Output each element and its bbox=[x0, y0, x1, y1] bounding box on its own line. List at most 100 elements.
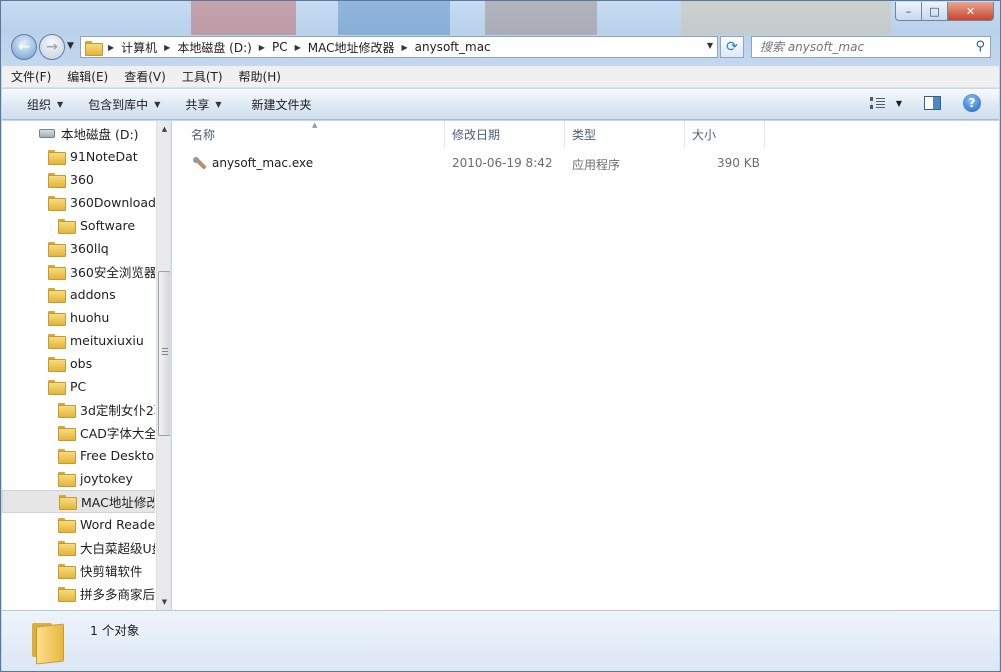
tree-item[interactable]: addons bbox=[2, 283, 155, 306]
tree-item[interactable]: 拼多多商家后台 bbox=[2, 582, 155, 605]
file-type: 应用程序 bbox=[572, 158, 621, 172]
scroll-down-icon[interactable]: ▼ bbox=[157, 594, 170, 610]
explorer-window: – □ ✕ ← → ▼ ▶ 计算机 ▶ 本地磁盘 (D:) ▶ PC ▶ MAC… bbox=[0, 0, 1001, 672]
tree-item-label: PC bbox=[70, 379, 87, 394]
folder-icon bbox=[48, 173, 66, 188]
tree-item[interactable]: PC bbox=[2, 375, 155, 398]
command-bar-right: ▼ ? bbox=[858, 94, 981, 112]
folder-icon bbox=[58, 472, 76, 487]
tree-item[interactable]: Software bbox=[2, 214, 155, 237]
breadcrumb-pc[interactable]: PC bbox=[272, 40, 288, 54]
chevron-right-icon[interactable]: ▶ bbox=[259, 43, 265, 52]
tree-item[interactable]: 大白菜超级U盘 bbox=[2, 536, 155, 559]
menu-tools[interactable]: 工具(T) bbox=[173, 68, 230, 85]
chevron-right-icon[interactable]: ▶ bbox=[401, 43, 407, 52]
breadcrumb-drive-d[interactable]: 本地磁盘 (D:) bbox=[177, 39, 251, 56]
refresh-button[interactable]: ⟳ bbox=[720, 36, 744, 58]
nav-scrollbar[interactable]: ▲ ▼ bbox=[156, 121, 170, 610]
tree-item-label: 拼多多商家后台 bbox=[80, 587, 155, 602]
menu-file[interactable]: 文件(F) bbox=[2, 68, 58, 85]
address-bar[interactable]: ▶ 计算机 ▶ 本地磁盘 (D:) ▶ PC ▶ MAC地址修改器 ▶ anys… bbox=[80, 36, 718, 58]
menu-bar: 文件(F) 编辑(E) 查看(V) 工具(T) 帮助(H) bbox=[2, 66, 999, 88]
minimize-button[interactable]: – bbox=[895, 2, 922, 21]
refresh-icon: ⟳ bbox=[726, 39, 738, 55]
folder-icon bbox=[30, 619, 66, 661]
organize-button[interactable]: 组织 ▼ bbox=[27, 96, 63, 113]
scrollbar-thumb[interactable] bbox=[158, 271, 170, 436]
folder-icon bbox=[58, 403, 76, 418]
tree-item-label: obs bbox=[70, 356, 93, 371]
tree-item[interactable]: Word Reader bbox=[2, 513, 155, 536]
folder-icon bbox=[48, 150, 66, 165]
tree-item[interactable]: 91NoteDat bbox=[2, 145, 155, 168]
file-name: anysoft_mac.exe bbox=[212, 156, 314, 170]
help-icon[interactable]: ? bbox=[963, 94, 981, 112]
tree-item[interactable]: Free Desktop bbox=[2, 444, 155, 467]
folder-icon bbox=[48, 288, 66, 303]
column-header-type[interactable]: 类型 bbox=[565, 121, 685, 147]
tree-item[interactable]: 360 bbox=[2, 168, 155, 191]
breadcrumb-computer[interactable]: 计算机 bbox=[121, 39, 157, 56]
column-header-modified[interactable]: 修改日期 bbox=[445, 121, 565, 147]
tree-item[interactable]: MAC地址修改器 bbox=[2, 490, 155, 513]
new-folder-button[interactable]: 新建文件夹 bbox=[252, 96, 312, 113]
tree-item[interactable]: 3d定制女仆2联机 bbox=[2, 398, 155, 421]
tree-item[interactable]: CAD字体大全 bbox=[2, 421, 155, 444]
file-row[interactable]: anysoft_mac.exe 2010-06-19 8:42 应用程序 390… bbox=[172, 152, 999, 174]
column-size-label: 大小 bbox=[692, 127, 717, 142]
forward-button[interactable]: → bbox=[39, 34, 65, 60]
close-button[interactable]: ✕ bbox=[948, 2, 994, 21]
back-button[interactable]: ← bbox=[11, 34, 37, 60]
folder-icon bbox=[85, 40, 103, 56]
tree-item-label: CAD字体大全 bbox=[80, 426, 155, 441]
tree-item[interactable]: 360安全浏览器下载 bbox=[2, 260, 155, 283]
preview-pane-icon[interactable] bbox=[924, 96, 941, 110]
column-modified-label: 修改日期 bbox=[452, 127, 501, 142]
change-view-button[interactable]: ▼ bbox=[869, 97, 902, 109]
tree-item[interactable]: obs bbox=[2, 352, 155, 375]
tree-item-label: addons bbox=[70, 287, 116, 302]
menu-edit[interactable]: 编辑(E) bbox=[58, 68, 115, 85]
tree-item-label: Word Reader bbox=[80, 517, 155, 532]
tree-item[interactable]: meituxiuxiu bbox=[2, 329, 155, 352]
folder-icon bbox=[58, 564, 76, 579]
scroll-up-icon[interactable]: ▲ bbox=[157, 121, 170, 137]
share-label: 共享 bbox=[185, 97, 210, 112]
folder-icon bbox=[58, 587, 76, 602]
recent-pages-dropdown[interactable]: ▼ bbox=[67, 41, 74, 51]
breadcrumb-mac-modifier[interactable]: MAC地址修改器 bbox=[308, 39, 395, 56]
search-icon[interactable]: ⚲ bbox=[975, 39, 985, 54]
column-type-label: 类型 bbox=[572, 127, 597, 142]
window-controls: – □ ✕ bbox=[895, 2, 994, 21]
search-input[interactable] bbox=[760, 40, 970, 54]
chevron-right-icon[interactable]: ▶ bbox=[108, 43, 114, 52]
column-header-size[interactable]: 大小 bbox=[685, 121, 765, 147]
maximize-button[interactable]: □ bbox=[922, 2, 948, 21]
drive-icon bbox=[39, 129, 55, 138]
chevron-down-icon: ▼ bbox=[57, 99, 64, 109]
search-box: ⚲ bbox=[751, 36, 991, 58]
tree-item[interactable]: 快剪辑软件 bbox=[2, 559, 155, 582]
breadcrumb-anysoft-mac[interactable]: anysoft_mac bbox=[415, 40, 491, 54]
include-in-library-button[interactable]: 包含到库中 ▼ bbox=[88, 96, 160, 113]
column-header-name[interactable]: 名称 ▲ bbox=[172, 121, 445, 147]
folder-icon bbox=[48, 334, 66, 349]
tree-item[interactable]: 360llq bbox=[2, 237, 155, 260]
tree-item[interactable]: joytokey bbox=[2, 467, 155, 490]
share-button[interactable]: 共享 ▼ bbox=[185, 96, 221, 113]
tree-item-label: 360Downloads bbox=[70, 195, 155, 210]
tree-item[interactable]: 本地磁盘 (D:) bbox=[2, 122, 155, 145]
file-name-cell[interactable]: anysoft_mac.exe bbox=[193, 156, 313, 171]
address-history-dropdown[interactable]: ▼ bbox=[707, 41, 713, 50]
chevron-right-icon[interactable]: ▶ bbox=[164, 43, 170, 52]
folder-icon bbox=[48, 265, 66, 280]
folder-icon bbox=[58, 449, 76, 464]
tree-item[interactable]: 360Downloads bbox=[2, 191, 155, 214]
tree-item[interactable]: huohu bbox=[2, 306, 155, 329]
menu-help[interactable]: 帮助(H) bbox=[230, 68, 288, 85]
include-library-label: 包含到库中 bbox=[88, 97, 149, 112]
menu-view[interactable]: 查看(V) bbox=[115, 68, 173, 85]
chevron-right-icon[interactable]: ▶ bbox=[295, 43, 301, 52]
navigation-bar: ← → ▼ ▶ 计算机 ▶ 本地磁盘 (D:) ▶ PC ▶ MAC地址修改器 … bbox=[1, 32, 1000, 62]
folder-icon bbox=[58, 541, 76, 556]
